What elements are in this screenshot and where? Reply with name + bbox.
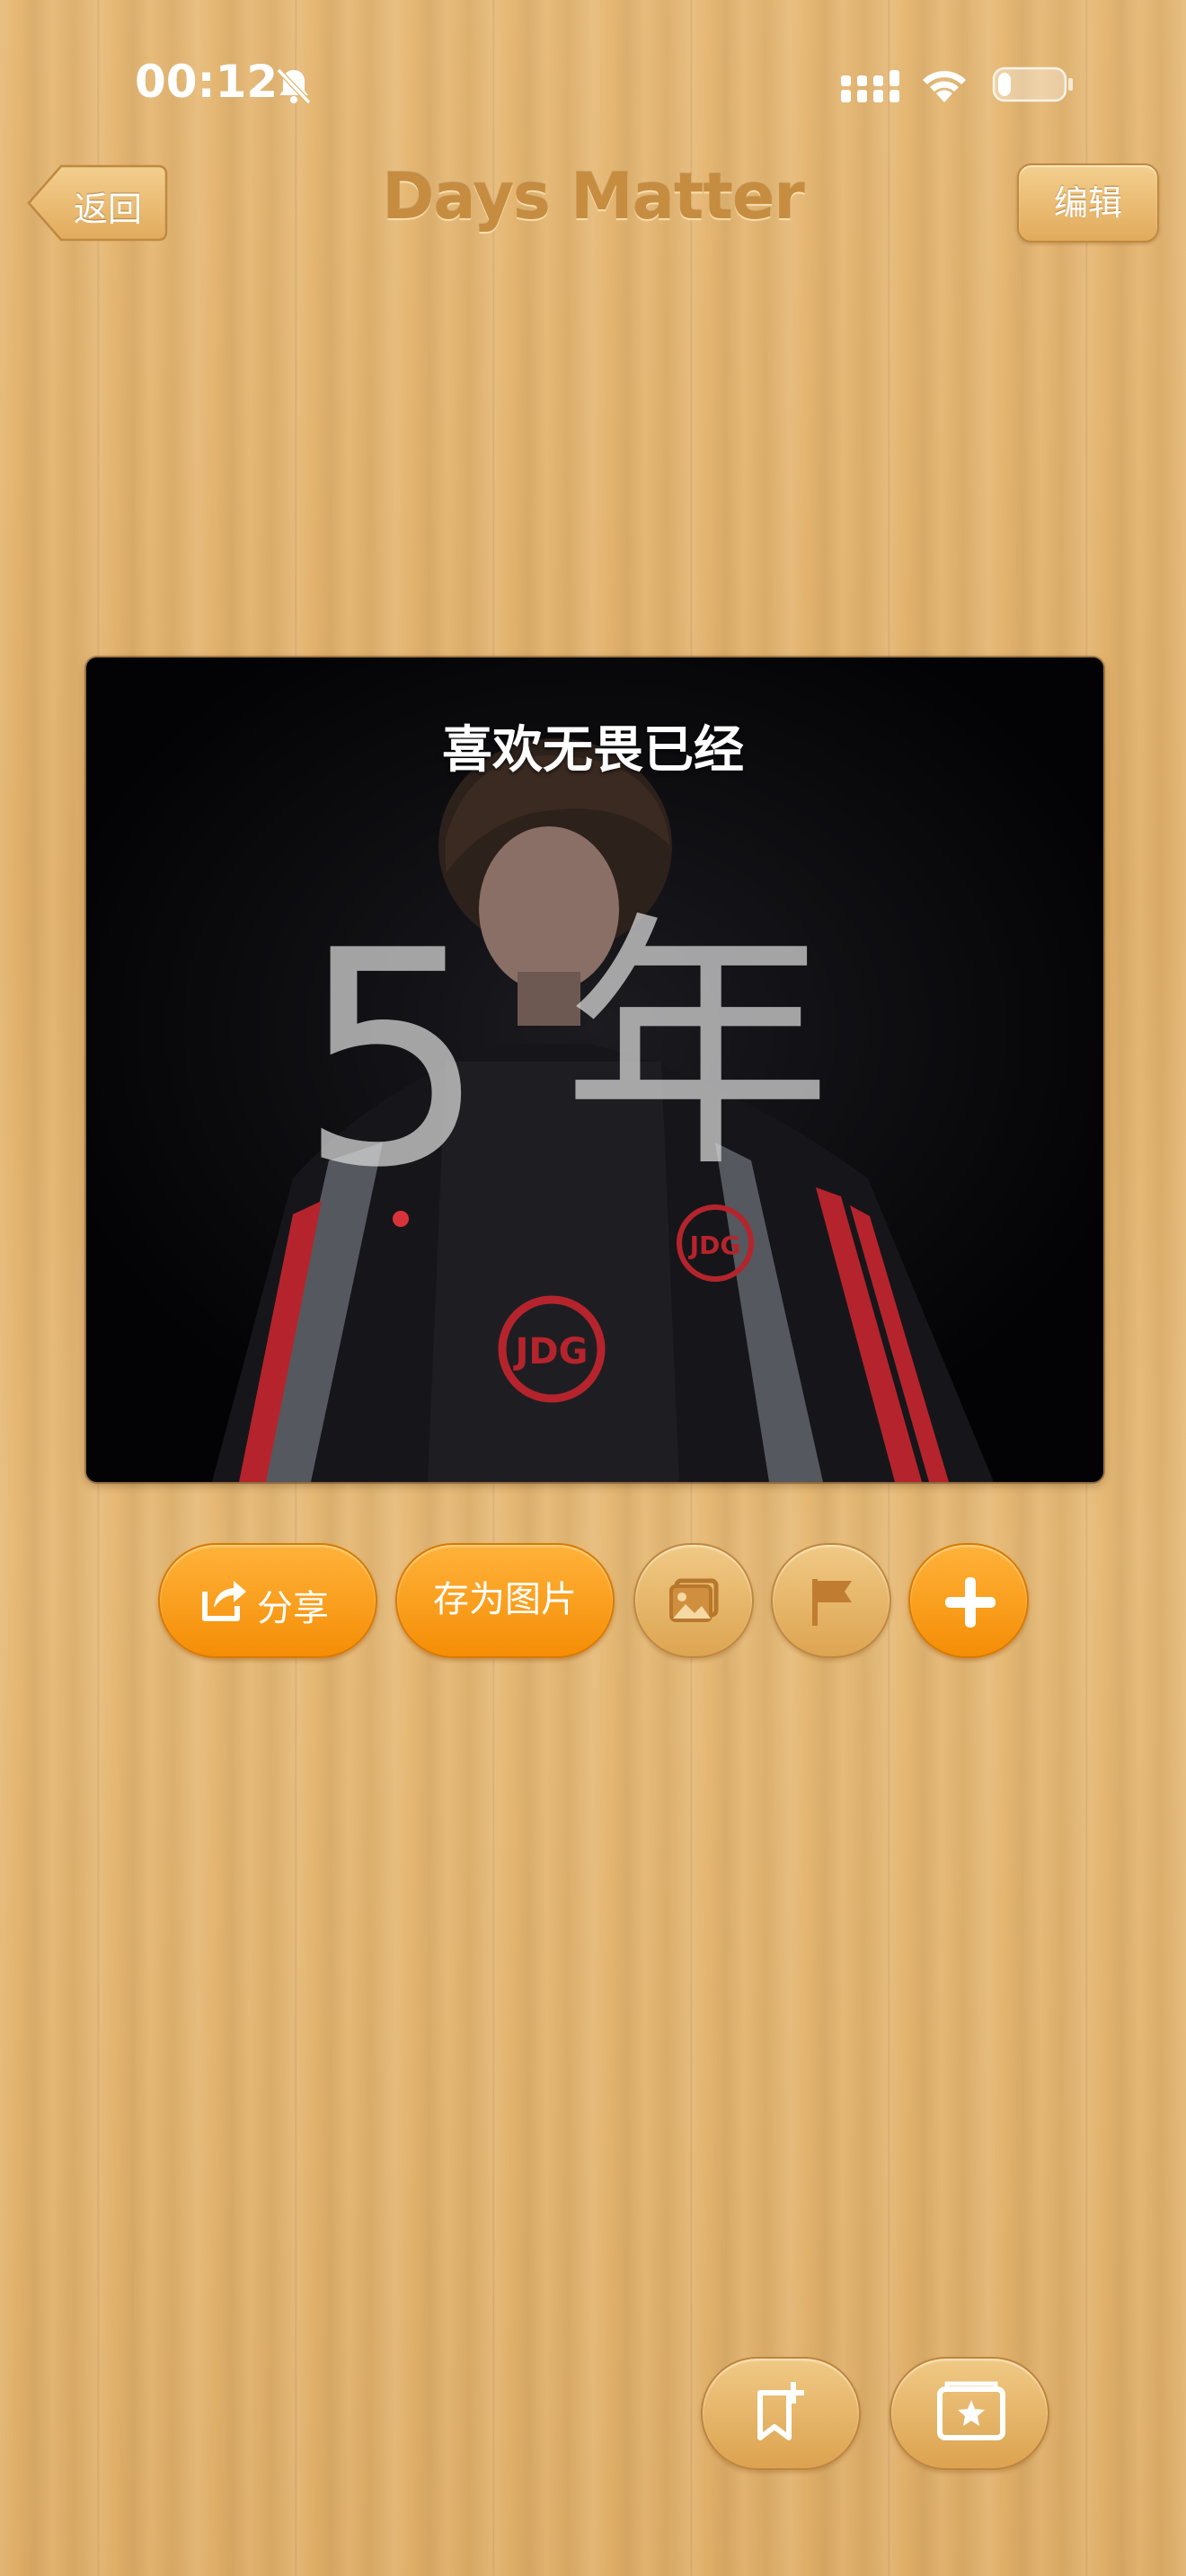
flag-icon	[812, 1579, 852, 1626]
plus-icon	[945, 1577, 996, 1628]
add-button[interactable]	[908, 1543, 1029, 1658]
photo-gallery-icon	[937, 2381, 1005, 2440]
page-title: Days Matter	[382, 160, 805, 234]
photo-icon	[669, 1578, 719, 1622]
bookmark-add-button[interactable]	[701, 2357, 861, 2470]
bookmark-add-icon	[757, 2382, 804, 2440]
svg-text:JDG: JDG	[513, 1331, 589, 1372]
days-count: 5	[298, 887, 487, 1232]
flag-button[interactable]	[771, 1543, 891, 1658]
wifi-icon	[923, 71, 966, 102]
back-button[interactable]: 返回	[27, 163, 169, 243]
days-unit: 年	[562, 890, 832, 1204]
battery-low-icon	[992, 66, 1073, 102]
share-icon	[202, 1581, 246, 1621]
edit-button[interactable]: 编辑	[1017, 163, 1159, 243]
share-button[interactable]: 分享	[158, 1543, 377, 1658]
bell-slash-icon	[276, 67, 312, 105]
event-title: 喜欢无畏已经	[442, 721, 744, 780]
back-button-label: 返回	[74, 190, 143, 229]
share-label: 分享	[257, 1588, 329, 1629]
cellular-signal-icon	[841, 70, 899, 102]
status-time: 00:12	[135, 56, 279, 108]
photo-gallery-button[interactable]	[890, 2357, 1049, 2470]
status-bar: 00:12	[0, 0, 1186, 171]
save-image-button[interactable]: 存为图片	[395, 1543, 615, 1658]
svg-text:JDG: JDG	[688, 1231, 741, 1260]
change-photo-button[interactable]	[633, 1543, 754, 1658]
